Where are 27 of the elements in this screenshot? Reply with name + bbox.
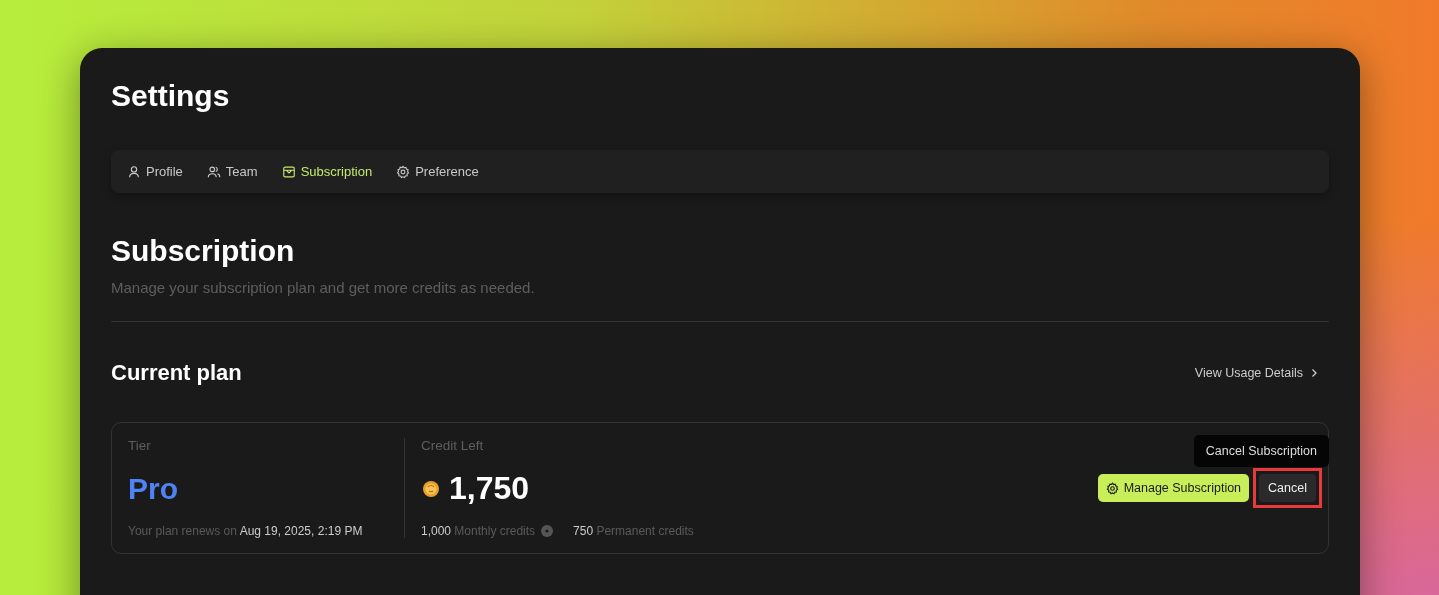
current-plan-heading: Current plan — [111, 360, 242, 386]
coin-icon — [421, 478, 441, 499]
settings-icon — [396, 164, 411, 179]
manage-subscription-button[interactable]: Manage Subscription — [1097, 474, 1250, 502]
credit-label: Credit Left — [421, 438, 485, 453]
section-description: Manage your subscription plan and get more credits as needed. — [111, 279, 536, 296]
page-title: Settings — [111, 78, 231, 114]
view-usage-link[interactable]: View Usage Details — [1194, 366, 1319, 380]
person-icon — [127, 164, 141, 179]
tab[interactable]: Subscription — [281, 164, 373, 179]
permanent-credits: 750 Permanent credits — [573, 524, 694, 538]
help-icon[interactable] — [541, 525, 554, 537]
credit-total: 1,750 — [449, 470, 530, 507]
monthly-credits: 1,000 Monthly credits — [421, 524, 536, 538]
tier-label: Tier — [128, 438, 152, 453]
settings-icon — [1105, 481, 1119, 495]
tab[interactable]: Preference — [396, 164, 479, 179]
tab[interactable]: Profile — [127, 164, 183, 179]
tab[interactable]: Team — [206, 164, 258, 179]
renewal-text: Your plan renews on Aug 19, 2025, 2:19 PM — [128, 524, 364, 538]
card-icon — [281, 164, 296, 179]
people-icon — [206, 164, 221, 179]
tooltip: Cancel Subscription — [1193, 435, 1329, 467]
chevron-right-icon — [1309, 368, 1319, 378]
cancel-button[interactable]: Cancel — [1259, 474, 1316, 502]
tier-name: Pro — [128, 471, 179, 506]
section-title: Subscription — [111, 233, 296, 269]
